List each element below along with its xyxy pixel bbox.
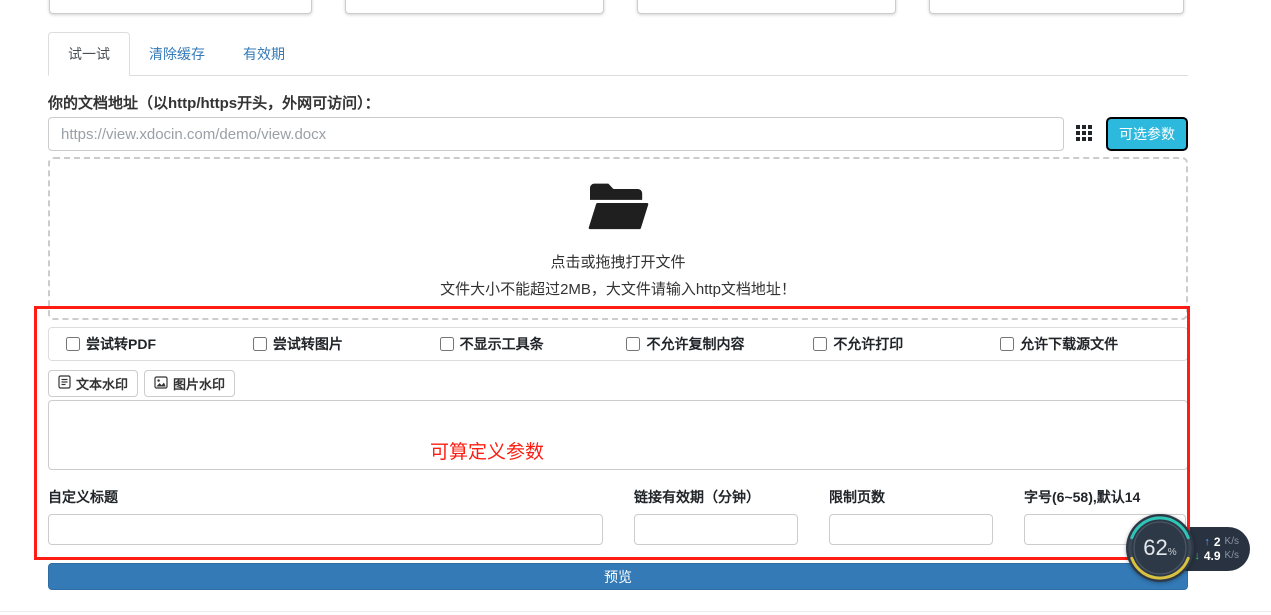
progress-percent: 62 % bbox=[1126, 514, 1194, 582]
link-validity-label: 链接有效期（分钟） bbox=[634, 487, 760, 507]
checkbox-input[interactable] bbox=[66, 337, 80, 351]
font-size-label: 字号(6~58),默认14 bbox=[1024, 487, 1140, 507]
upload-arrow-icon: ↑ bbox=[1204, 537, 1210, 548]
checkbox-label: 允许下载源文件 bbox=[1020, 334, 1118, 354]
checkbox-label: 不允许打印 bbox=[833, 334, 903, 354]
progress-circle-widget[interactable]: 62 % bbox=[1126, 514, 1194, 582]
top-input-1[interactable] bbox=[49, 0, 312, 14]
checkbox-allow-download[interactable]: 允许下载源文件 bbox=[1000, 334, 1187, 354]
checkbox-label: 不显示工具条 bbox=[460, 334, 544, 354]
top-input-4[interactable] bbox=[929, 0, 1184, 14]
watermark-row: 文本水印 图片水印 bbox=[48, 370, 235, 397]
image-watermark-button[interactable]: 图片水印 bbox=[144, 370, 235, 397]
checkbox-input[interactable] bbox=[440, 337, 454, 351]
upload-speed-value: 2 bbox=[1214, 536, 1221, 548]
checkbox-hide-toolbar[interactable]: 不显示工具条 bbox=[440, 334, 627, 354]
progress-percent-unit: % bbox=[1168, 547, 1177, 558]
checkbox-input[interactable] bbox=[813, 337, 827, 351]
page: 试一试 清除缓存 有效期 你的文档地址（以http/https开头，外网可访问）… bbox=[0, 0, 1271, 615]
optional-params-button[interactable]: 可选参数 bbox=[1106, 117, 1188, 151]
preview-button[interactable]: 预览 bbox=[48, 563, 1188, 590]
bottom-divider bbox=[0, 611, 1271, 612]
upload-speed-unit: K/s bbox=[1225, 537, 1239, 547]
checkbox-input[interactable] bbox=[626, 337, 640, 351]
custom-params-area: 可算定义参数 bbox=[48, 400, 1188, 470]
doc-url-label: 你的文档地址（以http/https开头，外网可访问）： bbox=[48, 92, 380, 113]
checkbox-label: 不允许复制内容 bbox=[646, 334, 744, 354]
checkbox-no-copy[interactable]: 不允许复制内容 bbox=[626, 334, 813, 354]
custom-title-label: 自定义标题 bbox=[48, 487, 118, 507]
download-speed-unit: K/s bbox=[1225, 551, 1239, 561]
text-document-icon bbox=[58, 375, 71, 392]
open-folder-icon bbox=[587, 178, 649, 239]
tab-try[interactable]: 试一试 bbox=[48, 32, 130, 76]
checkbox-input[interactable] bbox=[1000, 337, 1014, 351]
checkbox-to-image[interactable]: 尝试转图片 bbox=[253, 334, 440, 354]
dropzone-line1: 点击或拖拽打开文件 bbox=[550, 251, 685, 272]
doc-url-input[interactable] bbox=[48, 117, 1064, 151]
tab-validity[interactable]: 有效期 bbox=[224, 33, 304, 75]
page-limit-label: 限制页数 bbox=[829, 487, 885, 507]
checkbox-input[interactable] bbox=[253, 337, 267, 351]
watermark-button-label: 图片水印 bbox=[173, 374, 225, 393]
progress-percent-value: 62 bbox=[1143, 535, 1167, 561]
top-input-2[interactable] bbox=[345, 0, 604, 14]
text-watermark-button[interactable]: 文本水印 bbox=[48, 370, 138, 397]
top-input-3[interactable] bbox=[637, 0, 896, 14]
download-arrow-icon: ↓ bbox=[1194, 551, 1200, 562]
grid-menu-button[interactable] bbox=[1064, 117, 1104, 151]
tab-clear-cache[interactable]: 清除缓存 bbox=[130, 33, 224, 75]
file-dropzone[interactable]: 点击或拖拽打开文件 文件大小不能超过2MB，大文件请输入http文档地址！ bbox=[48, 157, 1188, 320]
link-validity-input[interactable] bbox=[634, 514, 798, 545]
checkbox-label: 尝试转PDF bbox=[86, 334, 156, 354]
checkbox-label: 尝试转图片 bbox=[273, 334, 343, 354]
custom-title-input[interactable] bbox=[48, 514, 603, 545]
checkbox-no-print[interactable]: 不允许打印 bbox=[813, 334, 1000, 354]
custom-params-textarea[interactable] bbox=[48, 400, 1188, 470]
options-panel: 尝试转PDF 尝试转图片 不显示工具条 不允许复制内容 不允许打印 允许下载源文… bbox=[48, 327, 1188, 361]
page-limit-input[interactable] bbox=[829, 514, 993, 545]
download-speed-value: 4.9 bbox=[1204, 550, 1221, 562]
image-icon bbox=[154, 376, 168, 392]
tab-bar: 试一试 清除缓存 有效期 bbox=[48, 35, 1188, 76]
checkbox-to-pdf[interactable]: 尝试转PDF bbox=[66, 334, 253, 354]
url-row: 可选参数 bbox=[48, 117, 1188, 151]
grid-icon bbox=[1076, 125, 1092, 144]
watermark-button-label: 文本水印 bbox=[76, 374, 128, 393]
dropzone-line2: 文件大小不能超过2MB，大文件请输入http文档地址！ bbox=[440, 278, 796, 299]
